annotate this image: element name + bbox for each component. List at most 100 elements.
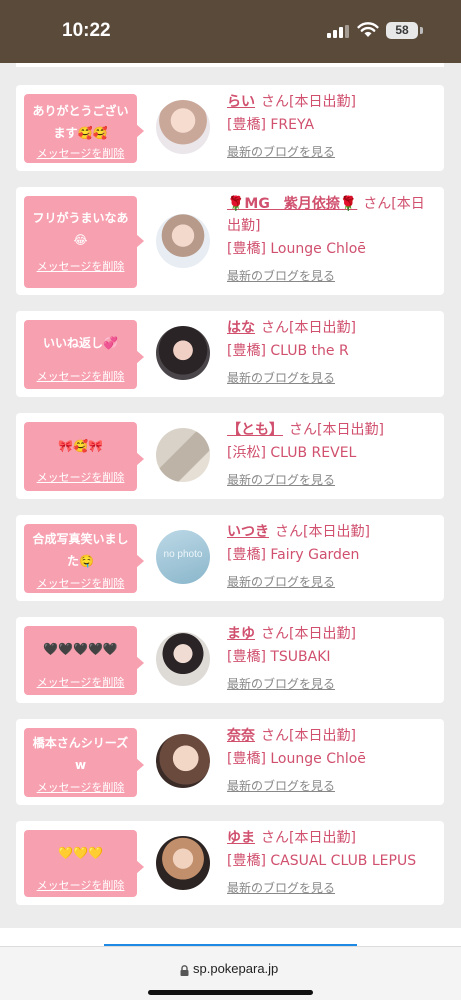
message-bubble: 橋本さんシリーズw メッセージを削除 bbox=[24, 728, 144, 797]
latest-blog-link[interactable]: 最新のブログを見る bbox=[227, 368, 434, 388]
status-time: 10:22 bbox=[62, 20, 111, 41]
message-bubble: ありがとうございます🥰🥰 メッセージを削除 bbox=[24, 94, 144, 163]
cast-avatar[interactable] bbox=[156, 836, 210, 890]
url-text[interactable]: sp.pokepara.jp bbox=[193, 961, 278, 976]
cast-name-link[interactable]: ゆま bbox=[227, 830, 255, 846]
cast-info: 🌹MG 紫月依捺🌹 さん[本日出勤] [豊橋] Lounge Chloē 最新のブ… bbox=[227, 193, 434, 286]
bubble-tail bbox=[136, 124, 144, 138]
latest-blog-link[interactable]: 最新のブログを見る bbox=[227, 674, 434, 694]
message-card: いいね返し💞 メッセージを削除 はな さん[本日出勤] [豊橋] CLUB the… bbox=[16, 311, 444, 397]
cast-name-link[interactable]: 奈奈 bbox=[227, 728, 255, 744]
cast-name-link[interactable]: らい bbox=[227, 94, 255, 110]
status-bar: 10:22 58 bbox=[0, 0, 461, 63]
message-text: 🖤🖤🖤🖤🖤 bbox=[43, 642, 118, 656]
wifi-icon bbox=[357, 22, 379, 37]
delete-message-link[interactable]: メッセージを削除 bbox=[24, 145, 137, 161]
message-text: フリがうまいなあ😂 bbox=[32, 211, 129, 247]
latest-blog-link[interactable]: 最新のブログを見る bbox=[227, 142, 434, 162]
message-card: ありがとうございます🥰🥰 メッセージを削除 らい さん[本日出勤] [豊橋] FR… bbox=[16, 85, 444, 171]
bubble-tail bbox=[136, 758, 144, 772]
cast-avatar[interactable] bbox=[156, 632, 210, 686]
cast-name-link[interactable]: まゆ bbox=[227, 626, 255, 642]
cast-status: さん[本日出勤] bbox=[275, 524, 370, 540]
cast-info: 【とも】 さん[本日出勤] [浜松] CLUB REVEL 最新のブログを見る bbox=[227, 419, 434, 490]
message-card: 橋本さんシリーズw メッセージを削除 奈奈 さん[本日出勤] [豊橋] Loung… bbox=[16, 719, 444, 805]
shop-name: [豊橋] Lounge Chloē bbox=[227, 241, 366, 257]
cast-status: さん[本日出勤] bbox=[261, 728, 356, 744]
message-bubble: 💛💛💛 メッセージを削除 bbox=[24, 830, 144, 897]
shop-name: [豊橋] FREYA bbox=[227, 117, 315, 133]
battery-indicator: 58 bbox=[386, 22, 418, 39]
delete-message-link[interactable]: メッセージを削除 bbox=[24, 575, 137, 591]
message-text: 💛💛💛 bbox=[58, 846, 103, 860]
bubble-tail bbox=[136, 860, 144, 874]
cast-info: 奈奈 さん[本日出勤] [豊橋] Lounge Chloē 最新のブログを見る bbox=[227, 725, 434, 796]
signal-icon bbox=[327, 25, 349, 38]
delete-message-link[interactable]: メッセージを削除 bbox=[24, 368, 137, 384]
cast-avatar[interactable] bbox=[156, 326, 210, 380]
battery-tip bbox=[420, 27, 423, 34]
cast-status: さん[本日出勤] bbox=[261, 94, 356, 110]
cast-status: さん[本日出勤] bbox=[261, 626, 356, 642]
delete-message-link[interactable]: メッセージを削除 bbox=[24, 779, 137, 795]
message-text: いいね返し💞 bbox=[43, 336, 118, 350]
no-photo-label: no photo bbox=[163, 549, 203, 560]
message-text: 合成写真笑いました🤤 bbox=[32, 532, 129, 568]
message-bubble: 🖤🖤🖤🖤🖤 メッセージを削除 bbox=[24, 626, 144, 695]
message-text: 橋本さんシリーズw bbox=[32, 736, 129, 772]
cast-name-link[interactable]: いつき bbox=[227, 524, 269, 540]
browser-address-bar[interactable]: sp.pokepara.jp bbox=[0, 946, 461, 1000]
message-bubble: フリがうまいなあ😂 メッセージを削除 bbox=[24, 196, 144, 288]
cast-avatar[interactable] bbox=[156, 214, 210, 268]
shop-name: [豊橋] CASUAL CLUB LEPUS bbox=[227, 853, 417, 869]
cast-avatar[interactable] bbox=[156, 428, 210, 482]
message-text: ありがとうございます🥰🥰 bbox=[32, 104, 129, 140]
cast-avatar[interactable] bbox=[156, 100, 210, 154]
message-card: 🎀🥰🎀 メッセージを削除 【とも】 さん[本日出勤] [浜松] CLUB REVE… bbox=[16, 413, 444, 499]
cast-info: はな さん[本日出勤] [豊橋] CLUB the R 最新のブログを見る bbox=[227, 317, 434, 388]
bubble-tail bbox=[136, 452, 144, 466]
latest-blog-link[interactable]: 最新のブログを見る bbox=[227, 572, 434, 592]
message-card: 💛💛💛 メッセージを削除 ゆま さん[本日出勤] [豊橋] CASUAL CLUB… bbox=[16, 821, 444, 905]
message-text: 🎀🥰🎀 bbox=[58, 439, 103, 453]
latest-blog-link[interactable]: 最新のブログを見る bbox=[227, 776, 434, 796]
shop-name: [豊橋] CLUB the R bbox=[227, 343, 349, 359]
no-photo-placeholder[interactable]: no photo bbox=[156, 530, 210, 584]
delete-message-link[interactable]: メッセージを削除 bbox=[24, 469, 137, 485]
latest-blog-link[interactable]: 最新のブログを見る bbox=[227, 878, 434, 898]
delete-message-link[interactable]: メッセージを削除 bbox=[24, 258, 137, 274]
message-bubble: 🎀🥰🎀 メッセージを削除 bbox=[24, 422, 144, 491]
cast-info: ゆま さん[本日出勤] [豊橋] CASUAL CLUB LEPUS 最新のブログ… bbox=[227, 827, 434, 898]
message-card: 合成写真笑いました🤤 メッセージを削除 no photo いつき さん[本日出勤]… bbox=[16, 515, 444, 601]
shop-name: [豊橋] TSUBAKI bbox=[227, 649, 331, 665]
cast-status: さん[本日出勤] bbox=[261, 830, 356, 846]
cast-status: さん[本日出勤] bbox=[261, 320, 356, 336]
cast-name-link[interactable]: 【とも】 bbox=[227, 422, 283, 438]
delete-message-link[interactable]: メッセージを削除 bbox=[24, 877, 137, 893]
bubble-tail bbox=[136, 234, 144, 248]
cast-name-link[interactable]: はな bbox=[227, 320, 255, 336]
message-list[interactable]: ありがとうございます🥰🥰 メッセージを削除 らい さん[本日出勤] [豊橋] FR… bbox=[0, 63, 461, 928]
message-card: 🖤🖤🖤🖤🖤 メッセージを削除 まゆ さん[本日出勤] [豊橋] TSUBAKI 最… bbox=[16, 617, 444, 703]
lock-icon bbox=[180, 965, 189, 976]
shop-name: [豊橋] Lounge Chloē bbox=[227, 751, 366, 767]
bubble-tail bbox=[136, 554, 144, 568]
latest-blog-link[interactable]: 最新のブログを見る bbox=[227, 470, 434, 490]
cast-avatar[interactable] bbox=[156, 734, 210, 788]
latest-blog-link[interactable]: 最新のブログを見る bbox=[227, 266, 434, 286]
cast-name-link[interactable]: 🌹MG 紫月依捺🌹 bbox=[227, 196, 357, 212]
cast-status: さん[本日出勤] bbox=[289, 422, 384, 438]
cast-info: いつき さん[本日出勤] [豊橋] Fairy Garden 最新のブログを見る bbox=[227, 521, 434, 592]
bubble-tail bbox=[136, 656, 144, 670]
cast-info: らい さん[本日出勤] [豊橋] FREYA 最新のブログを見る bbox=[227, 91, 434, 162]
shop-name: [浜松] CLUB REVEL bbox=[227, 445, 357, 461]
message-bubble: 合成写真笑いました🤤 メッセージを削除 bbox=[24, 524, 144, 593]
home-indicator[interactable] bbox=[148, 990, 313, 995]
bubble-tail bbox=[136, 350, 144, 364]
delete-message-link[interactable]: メッセージを削除 bbox=[24, 674, 137, 690]
message-bubble: いいね返し💞 メッセージを削除 bbox=[24, 320, 144, 389]
previous-card-edge bbox=[16, 63, 444, 67]
shop-name: [豊橋] Fairy Garden bbox=[227, 547, 360, 563]
cast-info: まゆ さん[本日出勤] [豊橋] TSUBAKI 最新のブログを見る bbox=[227, 623, 434, 694]
message-card: フリがうまいなあ😂 メッセージを削除 🌹MG 紫月依捺🌹 さん[本日出勤] [豊橋… bbox=[16, 187, 444, 295]
